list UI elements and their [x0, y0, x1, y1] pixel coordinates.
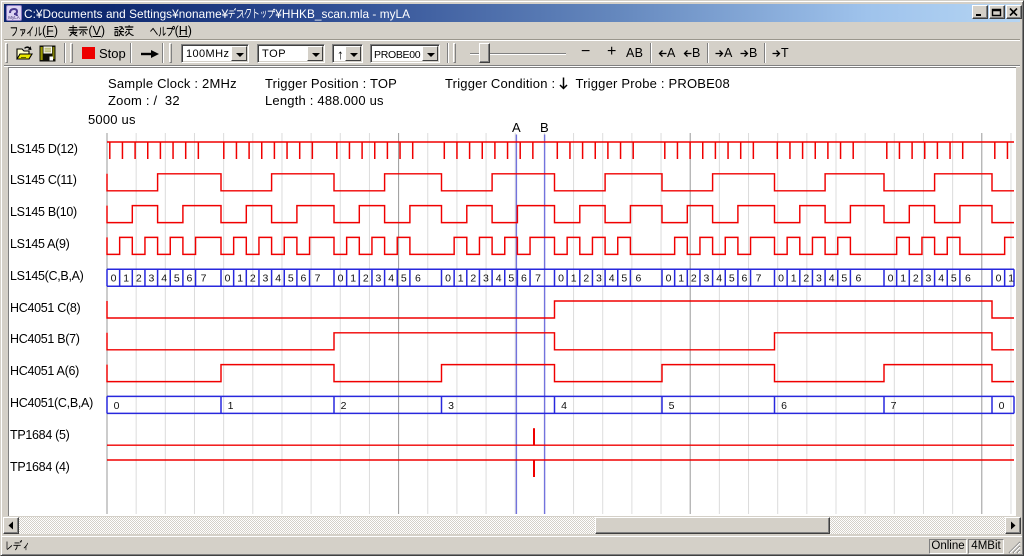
svg-text:2: 2	[470, 273, 476, 285]
svg-text:0: 0	[338, 273, 344, 285]
svg-text:3: 3	[926, 273, 932, 285]
svg-text:2: 2	[363, 273, 369, 285]
svg-text:1: 1	[678, 273, 684, 285]
svg-text:3: 3	[704, 273, 710, 285]
svg-text:4: 4	[938, 273, 944, 285]
svg-text:5: 5	[841, 273, 847, 285]
svg-text:6: 6	[300, 273, 306, 285]
svg-text:3: 3	[376, 273, 382, 285]
svg-text:7: 7	[891, 400, 897, 412]
svg-text:7: 7	[201, 273, 207, 285]
svg-text:2: 2	[341, 400, 347, 412]
svg-text:0: 0	[111, 273, 117, 285]
svg-text:3: 3	[149, 273, 155, 285]
svg-text:5: 5	[621, 273, 627, 285]
svg-text:0: 0	[999, 400, 1005, 412]
svg-text:0: 0	[996, 273, 1002, 285]
svg-text:5: 5	[508, 273, 514, 285]
svg-text:4: 4	[496, 273, 502, 285]
svg-text:4: 4	[275, 273, 281, 285]
svg-text:7: 7	[535, 273, 541, 285]
svg-text:2: 2	[250, 273, 256, 285]
svg-text:4: 4	[161, 273, 167, 285]
svg-text:6: 6	[415, 273, 421, 285]
svg-text:6: 6	[187, 273, 193, 285]
svg-text:1: 1	[791, 273, 797, 285]
svg-text:2: 2	[803, 273, 809, 285]
svg-text:3: 3	[263, 273, 269, 285]
svg-text:3: 3	[448, 400, 454, 412]
svg-text:2: 2	[691, 273, 697, 285]
svg-text:1: 1	[571, 273, 577, 285]
svg-text:5: 5	[669, 400, 675, 412]
svg-text:2: 2	[136, 273, 142, 285]
svg-text:5: 5	[729, 273, 735, 285]
svg-text:4: 4	[388, 273, 394, 285]
svg-text:4: 4	[561, 400, 567, 412]
svg-text:6: 6	[965, 273, 971, 285]
svg-text:5: 5	[288, 273, 294, 285]
svg-text:0: 0	[114, 400, 120, 412]
svg-text:1: 1	[458, 273, 464, 285]
svg-text:0: 0	[558, 273, 564, 285]
svg-text:6: 6	[635, 273, 641, 285]
svg-text:2: 2	[583, 273, 589, 285]
svg-text:5: 5	[401, 273, 407, 285]
svg-text:7: 7	[315, 273, 321, 285]
svg-text:5: 5	[174, 273, 180, 285]
svg-text:0: 0	[445, 273, 451, 285]
svg-text:1: 1	[237, 273, 243, 285]
svg-text:1: 1	[350, 273, 356, 285]
svg-text:3: 3	[596, 273, 602, 285]
svg-text:7: 7	[756, 273, 762, 285]
svg-text:4: 4	[829, 273, 835, 285]
svg-text:5: 5	[951, 273, 957, 285]
svg-text:0: 0	[225, 273, 231, 285]
svg-text:0: 0	[888, 273, 894, 285]
svg-text:1: 1	[228, 400, 234, 412]
svg-text:1: 1	[123, 273, 129, 285]
svg-text:4: 4	[609, 273, 615, 285]
svg-text:6: 6	[781, 400, 787, 412]
svg-text:2: 2	[913, 273, 919, 285]
svg-text:4: 4	[716, 273, 722, 285]
svg-text:6: 6	[521, 273, 527, 285]
svg-text:3: 3	[816, 273, 822, 285]
svg-text:0: 0	[666, 273, 672, 285]
svg-text:3: 3	[483, 273, 489, 285]
svg-text:6: 6	[741, 273, 747, 285]
svg-text:1: 1	[1008, 273, 1014, 285]
svg-text:0: 0	[778, 273, 784, 285]
svg-text:6: 6	[855, 273, 861, 285]
svg-text:1: 1	[900, 273, 906, 285]
